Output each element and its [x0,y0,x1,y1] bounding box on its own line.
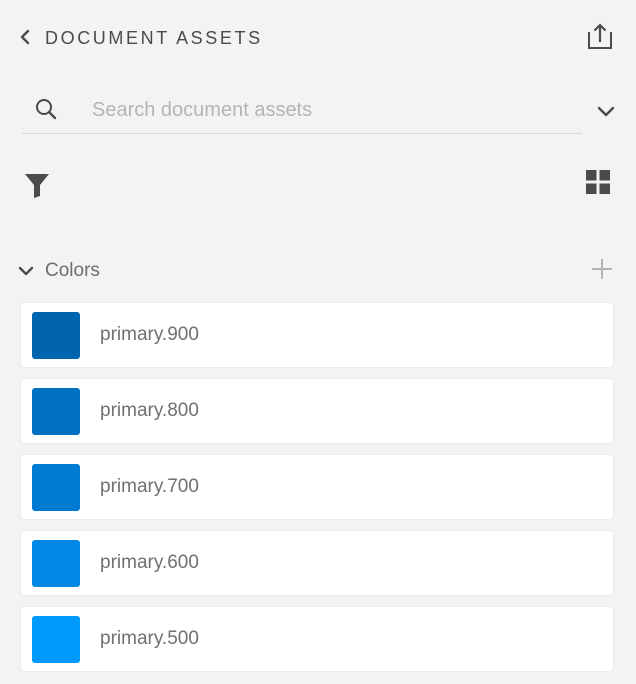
colors-section-toggle[interactable]: Colors [16,256,100,286]
color-swatch [32,388,80,435]
color-name: primary.800 [100,400,199,421]
color-item[interactable]: primary.600 [21,531,613,595]
grid-view-button[interactable] [582,166,614,198]
section-title: Colors [45,260,100,281]
back-button[interactable] [14,26,36,48]
color-swatch [32,616,80,663]
color-swatch [32,464,80,511]
share-export-icon [588,23,612,49]
color-item[interactable]: primary.900 [21,303,613,367]
document-assets-panel: DOCUMENT ASSETS Search document assets C… [0,0,636,684]
color-item[interactable]: primary.500 [21,607,613,671]
search-bar [22,88,582,134]
search-icon [36,99,57,120]
color-name: primary.600 [100,552,199,573]
filter-icon [25,174,49,198]
chevron-down-icon [597,106,615,117]
color-item[interactable]: primary.800 [21,379,613,443]
color-item[interactable]: primary.700 [21,455,613,519]
panel-title: DOCUMENT ASSETS [45,28,263,48]
color-list: primary.900 primary.800 primary.700 prim… [21,303,613,683]
color-swatch [32,540,80,587]
filter-button[interactable] [22,170,52,200]
grid-view-icon [586,170,610,194]
chevron-left-icon [20,29,30,45]
color-name: primary.900 [100,324,199,345]
add-color-button[interactable] [588,255,616,283]
export-button[interactable] [583,20,617,54]
search-scope-dropdown[interactable] [592,98,620,124]
color-swatch [32,312,80,359]
search-input[interactable] [92,94,572,126]
plus-icon [592,259,612,279]
color-name: primary.700 [100,476,199,497]
chevron-down-icon [18,266,34,276]
color-name: primary.500 [100,628,199,649]
